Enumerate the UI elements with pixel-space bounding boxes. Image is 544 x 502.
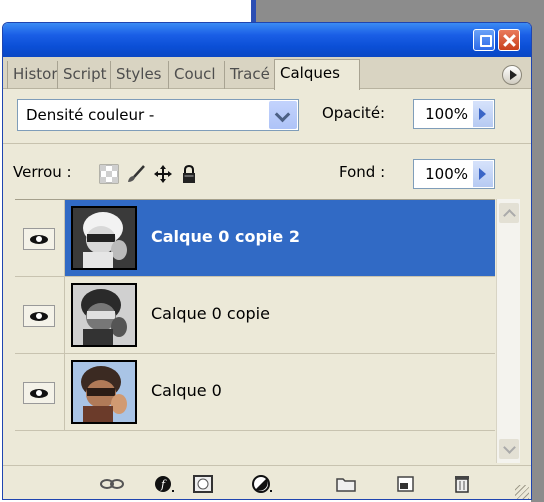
layer-thumbnail xyxy=(71,206,137,270)
eye-icon[interactable] xyxy=(23,305,55,327)
blend-mode-value: Densité couleur - xyxy=(26,106,155,124)
layer-row[interactable]: Calque 0 copie xyxy=(15,277,495,354)
lock-brush-icon[interactable] xyxy=(125,164,147,184)
layer-name[interactable]: Calque 0 xyxy=(151,381,222,400)
layer-name[interactable]: Calque 0 copie xyxy=(151,304,270,323)
link-icon[interactable] xyxy=(99,474,125,494)
blend-mode-select[interactable]: Densité couleur - xyxy=(17,99,299,131)
visibility-cell[interactable] xyxy=(15,277,65,353)
scroll-up-icon[interactable] xyxy=(499,203,519,223)
tab-channels[interactable]: Coucl xyxy=(168,61,224,89)
chevron-down-icon[interactable] xyxy=(269,101,297,129)
tab-paths[interactable]: Tracé xyxy=(224,61,274,89)
fill-label: Fond : xyxy=(339,163,386,181)
lock-label: Verrou : xyxy=(13,163,72,181)
layers-scrollbar[interactable] xyxy=(496,199,520,463)
fill-field[interactable]: 100% xyxy=(413,159,495,189)
tab-history[interactable]: Histor xyxy=(7,61,57,89)
palette-menu-arrow-icon[interactable] xyxy=(502,65,522,85)
new-layer-icon[interactable] xyxy=(395,474,417,494)
palette-titlebar[interactable] xyxy=(3,23,531,57)
palette-tabstrip: Histor Script Styles Coucl Tracé Calques xyxy=(3,57,531,90)
tab-styles[interactable]: Styles xyxy=(110,61,168,89)
fill-value: 100% xyxy=(425,165,468,183)
opacity-arrow-icon[interactable] xyxy=(473,101,493,127)
fill-arrow-icon[interactable] xyxy=(473,161,493,187)
layers-bottom-toolbar: f xyxy=(3,465,531,499)
trash-icon[interactable] xyxy=(451,474,473,494)
eye-icon[interactable] xyxy=(23,228,55,250)
lock-transparent-icon[interactable] xyxy=(99,164,119,184)
opacity-value: 100% xyxy=(425,105,468,123)
mask-icon[interactable] xyxy=(192,474,214,494)
blend-opacity-row: Densité couleur - Opacité: 100% xyxy=(3,91,531,135)
divider xyxy=(3,143,531,144)
layers-palette-window: Histor Script Styles Coucl Tracé Calques… xyxy=(2,22,532,500)
close-button[interactable] xyxy=(498,29,520,51)
resize-grip-icon[interactable] xyxy=(515,485,529,499)
tab-scripts[interactable]: Script xyxy=(57,61,110,89)
background-window-strip xyxy=(254,0,544,24)
scroll-down-icon[interactable] xyxy=(499,439,519,459)
visibility-cell[interactable] xyxy=(15,354,65,430)
layer-thumbnail xyxy=(71,283,137,347)
opacity-field[interactable]: 100% xyxy=(413,99,495,129)
background-blue-stripe xyxy=(251,0,256,24)
layer-style-icon[interactable]: f xyxy=(153,474,175,494)
minimize-button[interactable] xyxy=(473,29,495,51)
group-folder-icon[interactable] xyxy=(335,474,357,494)
adjustment-icon[interactable] xyxy=(251,474,273,494)
opacity-label: Opacité: xyxy=(322,104,386,122)
visibility-cell[interactable] xyxy=(15,200,65,276)
layer-row[interactable]: Calque 0 copie 2 xyxy=(15,200,495,277)
background-right-strip xyxy=(531,0,544,502)
eye-icon[interactable] xyxy=(23,382,55,404)
lock-row: Verrou : Fond : 100% xyxy=(3,151,531,195)
tab-layers[interactable]: Calques xyxy=(274,59,360,90)
layer-row[interactable]: Calque 0 xyxy=(15,354,495,431)
layer-name[interactable]: Calque 0 copie 2 xyxy=(151,227,300,246)
lock-move-icon[interactable] xyxy=(153,164,173,184)
layers-list: Calque 0 copie 2 Calque 0 copie Calque 0 xyxy=(15,199,495,463)
lock-all-icon[interactable] xyxy=(179,164,199,184)
layer-thumbnail xyxy=(71,360,137,424)
